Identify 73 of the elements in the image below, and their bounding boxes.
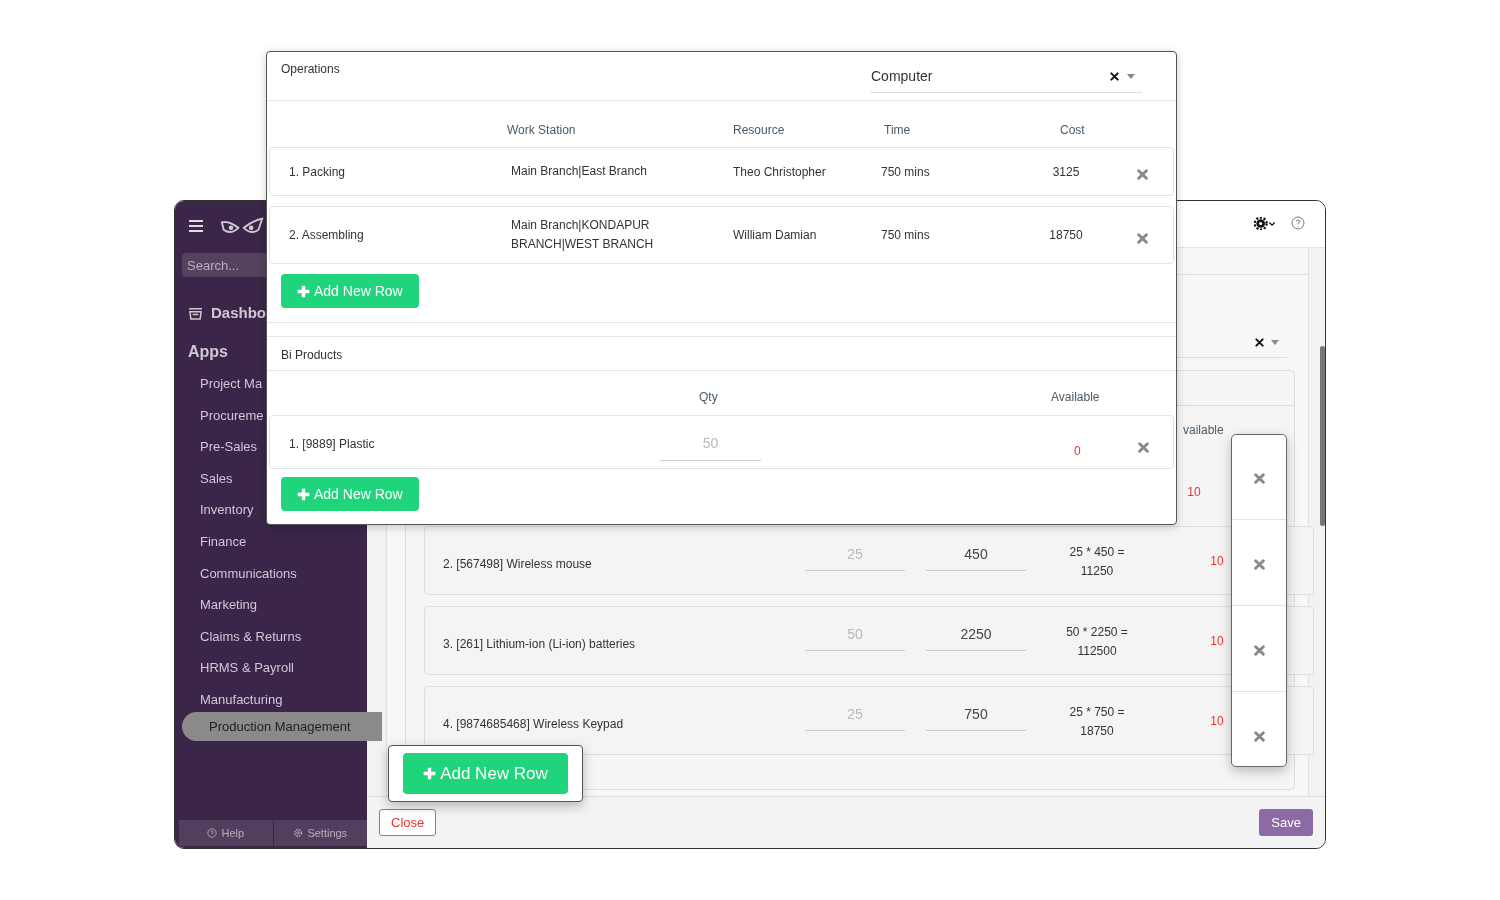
scrollbar[interactable] <box>1320 346 1325 526</box>
section-title: Operations <box>281 61 340 78</box>
caret-icon <box>1127 73 1135 79</box>
price-field[interactable]: 450 <box>926 537 1026 571</box>
operation-name: 1. Packing <box>288 163 347 181</box>
sidebar-item[interactable]: Pre-Sales <box>200 437 258 457</box>
work-station: Main Branch|East Branch <box>511 163 648 180</box>
remove-icon[interactable] <box>1254 731 1265 742</box>
help-icon <box>207 828 218 838</box>
cost-value: 18750 <box>1048 227 1084 244</box>
remove-icon[interactable] <box>1138 442 1149 453</box>
sidebar-item[interactable]: Production Management <box>182 712 382 741</box>
sidebar-item[interactable]: Finance <box>200 532 247 552</box>
price-field[interactable]: 2250 <box>926 617 1026 651</box>
time-value: 750 mins <box>881 227 931 244</box>
column-header: Qty <box>699 389 718 406</box>
sidebar-item[interactable]: Communications <box>200 563 297 584</box>
resource-name: William Damian <box>733 227 818 244</box>
resource-name: Theo Christopher <box>733 163 827 181</box>
remove-icon[interactable] <box>1254 559 1265 570</box>
cost-value: 3125 <box>1051 163 1081 181</box>
item-name: 4. [9874685468] Wireless Keypad <box>443 716 624 733</box>
remove-icon[interactable] <box>1254 645 1265 656</box>
plus-icon <box>297 487 310 501</box>
total-formula: 50 * 2250 = 112500 <box>1065 624 1129 660</box>
clear-icon <box>1255 338 1264 347</box>
menu-icon[interactable] <box>189 220 203 232</box>
available-value: 10 <box>1209 633 1225 650</box>
price-field[interactable]: 750 <box>926 697 1026 731</box>
basket-icon <box>188 306 203 320</box>
section-title: Bi Products <box>281 347 343 364</box>
plus-icon <box>297 284 310 298</box>
sidebar-item[interactable]: Sales <box>200 468 233 489</box>
available-value: 10 <box>1209 713 1225 730</box>
sidebar-item[interactable]: Inventory <box>200 500 254 520</box>
column-header: vailable <box>1183 422 1224 439</box>
settings-icon[interactable] <box>1253 216 1277 230</box>
column-header: Time <box>884 122 911 139</box>
clear-icon <box>1110 71 1119 81</box>
work-station: Main Branch|KONDAPUR BRANCH|WEST BRANCH <box>511 217 655 253</box>
item-name: 3. [261] Lithium-ion (Li-ion) batteries <box>443 636 636 653</box>
product-name: 1. [9889] Plastic <box>289 436 375 453</box>
sidebar-item[interactable]: HRMS & Payroll <box>200 658 294 678</box>
save-button[interactable]: Save <box>1259 809 1313 836</box>
sidebar-item[interactable]: Marketing <box>200 595 258 615</box>
apps-heading: Apps <box>188 342 228 362</box>
sidebar-item[interactable]: Project Ma <box>200 374 263 394</box>
sidebar-item[interactable]: Claims & Returns <box>200 626 302 647</box>
sidebar-item[interactable]: Procureme <box>200 405 264 426</box>
select-field[interactable]: Computer <box>870 60 1142 93</box>
gear-icon <box>293 828 304 838</box>
caret-icon <box>1271 340 1279 345</box>
close-button[interactable]: Close <box>379 809 437 836</box>
help-icon[interactable] <box>1291 216 1305 230</box>
operation-name: 2. Assembling <box>288 227 365 244</box>
dashboard-link[interactable]: Dashbo <box>211 302 266 325</box>
column-header: Cost <box>1060 122 1085 139</box>
remove-icon[interactable] <box>1137 232 1148 244</box>
plus-icon <box>423 767 437 780</box>
available-value: 0 <box>1074 443 1081 460</box>
remove-icon[interactable] <box>1137 169 1148 180</box>
total-formula: 25 * 450 = 11250 <box>1068 544 1126 580</box>
help-button[interactable]: Help <box>179 820 273 846</box>
column-header: Work Station <box>507 122 576 139</box>
column-header: Available <box>1051 389 1100 406</box>
item-name: 2. [567498] Wireless mouse <box>443 556 592 573</box>
available-value: 10 <box>1209 553 1225 570</box>
total-formula: 25 * 750 = 18750 <box>1068 704 1126 740</box>
time-value: 750 mins <box>881 163 931 181</box>
sidebar-item[interactable]: Manufacturing <box>200 690 283 710</box>
remove-icon[interactable] <box>1254 473 1265 484</box>
column-header: Resource <box>733 122 785 139</box>
available-value: 10 <box>1186 484 1202 501</box>
